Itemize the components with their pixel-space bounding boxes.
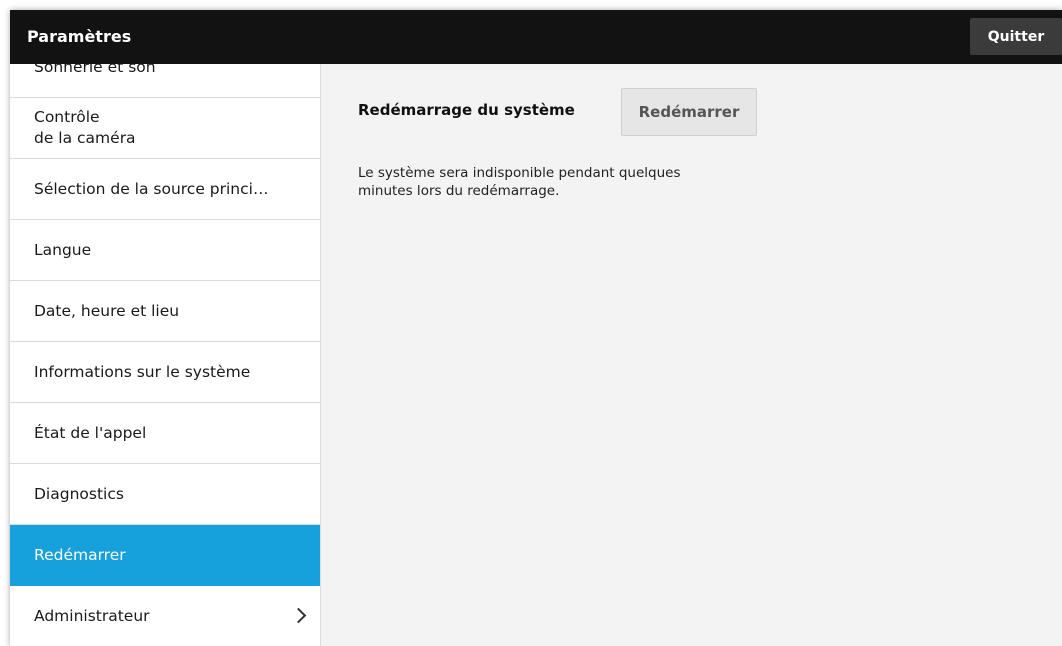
sidebar-item-label: Diagnostics xyxy=(34,485,124,503)
sidebar-item-camera-control[interactable]: Contrôle de la caméra xyxy=(10,98,320,159)
sidebar-item-date-time-location[interactable]: Date, heure et lieu xyxy=(10,281,320,342)
sidebar-item-ringtone-sound[interactable]: Sonnerie et son xyxy=(10,64,320,98)
sidebar-item-diagnostics[interactable]: Diagnostics xyxy=(10,464,320,525)
sidebar-item-label: Contrôle de la caméra xyxy=(34,108,136,147)
sidebar[interactable]: Sonnerie et son Contrôle de la caméra Sé… xyxy=(10,64,321,646)
sidebar-item-label: Informations sur le système xyxy=(34,363,251,381)
sidebar-item-label: Langue xyxy=(34,241,92,259)
sidebar-item-label: Administrateur xyxy=(34,607,150,625)
page-title: Paramètres xyxy=(27,27,132,46)
sidebar-item-label: Redémarrer xyxy=(34,546,126,564)
top-bar: Paramètres Quitter xyxy=(10,10,1062,64)
restart-button[interactable]: Redémarrer xyxy=(621,88,757,136)
sidebar-item-label: État de l'appel xyxy=(34,424,147,442)
sidebar-item-label: Date, heure et lieu xyxy=(34,302,180,320)
sidebar-item-call-status[interactable]: État de l'appel xyxy=(10,403,320,464)
sidebar-item-system-info[interactable]: Informations sur le système xyxy=(10,342,320,403)
sidebar-item-label: Sonnerie et son xyxy=(34,64,156,76)
sidebar-item-language[interactable]: Langue xyxy=(10,220,320,281)
sidebar-item-main-source[interactable]: Sélection de la source princi… xyxy=(10,159,320,220)
restart-description: Le système sera indisponible pendant que… xyxy=(358,165,681,199)
sidebar-list: Sonnerie et son Contrôle de la caméra Sé… xyxy=(10,64,320,646)
quit-button[interactable]: Quitter xyxy=(970,18,1062,55)
main-content: Redémarrage du système Redémarrer Le sys… xyxy=(321,64,1062,646)
sidebar-item-restart[interactable]: Redémarrer xyxy=(10,525,320,586)
chevron-right-icon xyxy=(290,607,307,624)
sidebar-item-administrator[interactable]: Administrateur xyxy=(10,586,320,646)
settings-window: Paramètres Quitter Sonnerie et son Contr… xyxy=(10,10,1062,646)
section-title: Redémarrage du système xyxy=(358,101,575,119)
sidebar-item-label: Sélection de la source princi… xyxy=(34,180,269,198)
